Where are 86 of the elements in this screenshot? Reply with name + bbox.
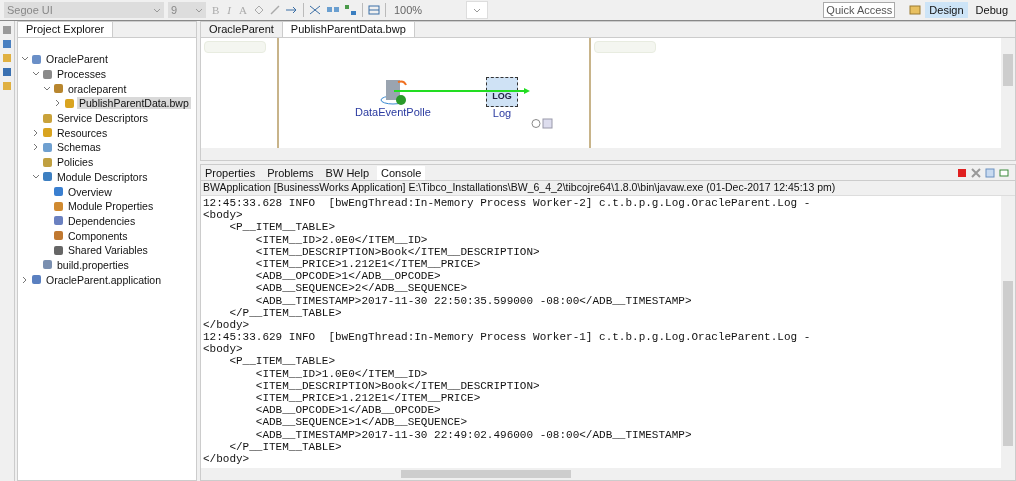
- arrow-icon[interactable]: [284, 4, 299, 16]
- align-icon[interactable]: [366, 4, 381, 16]
- console-line: <ITEM__PRICE>1.212E1</ITEM__PRICE>: [254, 257, 482, 271]
- tree-item-icon: [42, 259, 53, 271]
- perspective-button[interactable]: Debug: [971, 2, 1012, 18]
- quick-access-field[interactable]: Quick Access: [823, 2, 896, 18]
- palette-bar: [594, 41, 656, 53]
- tree-item-icon: [42, 156, 53, 168]
- console-line: <ADB__TIMESTAMP>2017-11-30 22:50:35.599000 -08:00</ADB__TIMESTAMP>: [254, 294, 693, 307]
- view-tab[interactable]: Project Explorer: [18, 22, 114, 37]
- console-line: </body>: [203, 452, 251, 466]
- tree-item-icon: [42, 141, 53, 153]
- console-line: <ADB__OPCODE>1</ADB__OPCODE>: [254, 404, 442, 417]
- log-activity[interactable]: LOG: [486, 77, 518, 107]
- tree-item[interactable]: build.properties: [55, 258, 131, 271]
- view-tab[interactable]: Problems: [263, 165, 318, 180]
- console-line: <ITEM__DESCRIPTION>Book</ITEM__DESCRIPTION>: [254, 379, 541, 392]
- vertical-scrollbar[interactable]: [1001, 196, 1015, 468]
- console-line: <ADB__OPCODE>1</ADB__OPCODE>: [254, 270, 442, 283]
- console-line: <P__ITEM__TABLE>: [228, 355, 337, 368]
- tree-item-icon: [53, 215, 64, 227]
- tree-item[interactable]: Module Descriptors: [55, 170, 150, 183]
- view-tab[interactable]: Console: [377, 165, 426, 180]
- console-line: <ITEM__ID>2.0E0</ITEM__ID>: [254, 233, 429, 246]
- tree-item[interactable]: Dependencies: [66, 214, 138, 227]
- console-header: BWApplication [BusinessWorks Application] E:\Tibco_Installations\BW_6_4_2\tibcojre64\1.8.0\bin\javaw.exe (01-Dec-2017 12:45:13 pm): [201, 181, 1015, 196]
- tree-item-icon: [53, 186, 64, 198]
- caret-icon: [473, 7, 482, 13]
- monitor-icon[interactable]: [999, 167, 1009, 178]
- perspective-button[interactable]: Design: [925, 2, 968, 18]
- tree-item-icon: [53, 244, 64, 256]
- transition-arrow[interactable]: [394, 87, 530, 95]
- tree-item-icon: [53, 200, 64, 212]
- zoom-level: 100%: [393, 4, 423, 16]
- tree-item[interactable]: OracleParent.application: [44, 273, 163, 286]
- tree-item-icon: [42, 112, 53, 124]
- tree-item-icon: [53, 83, 64, 95]
- console-line: <ADB__TIMESTAMP>2017-11-30 22:49:02.496000 -08:00</ADB__TIMESTAMP>: [254, 428, 693, 441]
- activity-label: Log: [492, 107, 512, 119]
- console-line: <body>: [203, 209, 244, 222]
- tree-item-icon: [53, 230, 64, 242]
- console-line: 12:45:33.629 INFO [bwEngThread:In-Memory Process Worker-1] c.t.b.p.g.Log.OracleParent.Log -: [203, 331, 812, 344]
- console-line: <body>: [203, 343, 244, 356]
- editor-tab[interactable]: PublishParentData.bwp: [282, 22, 415, 37]
- tree-item-icon: [64, 97, 75, 109]
- horizontal-scrollbar[interactable]: [201, 468, 1015, 480]
- tree-item-icon: [42, 127, 53, 139]
- console-line: 12:45:33.628 INFO [bwEngThread:In-Memory Process Worker-2] c.t.b.p.g.Log.OracleParent.Log -: [203, 197, 812, 210]
- caret-icon: [153, 7, 161, 13]
- tree-item[interactable]: Shared Variables: [66, 244, 150, 257]
- view-tab[interactable]: Properties: [201, 165, 260, 180]
- console-line: <ITEM__PRICE>1.212E1</ITEM__PRICE>: [254, 392, 482, 405]
- tree-item-icon: [42, 68, 53, 80]
- console-line: <ITEM__ID>1.0E0</ITEM__ID>: [254, 367, 429, 380]
- stop-icon[interactable]: [957, 167, 967, 178]
- console-line: </body>: [203, 318, 251, 332]
- console-line: <ADB__SEQUENCE>2</ADB__SEQUENCE>: [254, 282, 469, 295]
- tree-item[interactable]: Service Descriptors: [55, 112, 151, 125]
- editor-tab[interactable]: OracleParent: [201, 22, 283, 37]
- tree-item[interactable]: Resources: [55, 126, 110, 139]
- console-line: <ADB__SEQUENCE>1</ADB__SEQUENCE>: [254, 416, 469, 429]
- tree-item[interactable]: Module Properties: [66, 200, 156, 213]
- horizontal-scrollbar[interactable]: [201, 148, 1015, 160]
- tree-item[interactable]: OracleParent: [44, 53, 110, 66]
- view-tab[interactable]: BW Help: [321, 165, 373, 180]
- tree-item[interactable]: Policies: [55, 156, 96, 169]
- console-line: </P__ITEM__TABLE>: [228, 440, 343, 453]
- close-icon[interactable]: [971, 167, 981, 178]
- tree-item-icon: [31, 53, 42, 65]
- tree-item[interactable]: oracleparent: [66, 82, 129, 95]
- tree-item[interactable]: Schemas: [55, 141, 103, 154]
- tree-item-icon: [31, 274, 42, 286]
- tree-item[interactable]: Processes: [55, 68, 109, 81]
- console-line: </P__ITEM__TABLE>: [228, 306, 343, 319]
- tree-item[interactable]: Components: [66, 229, 130, 242]
- caret-icon: [195, 7, 203, 13]
- console-line: <ITEM__DESCRIPTION>Book</ITEM__DESCRIPTION>: [254, 245, 541, 258]
- open-perspective-icon[interactable]: [909, 4, 922, 16]
- activity-label: DataEventPolle: [355, 106, 431, 118]
- tree-item[interactable]: PublishParentData.bwp: [77, 97, 191, 110]
- tree-item-icon: [42, 171, 53, 183]
- console-line: <P__ITEM__TABLE>: [228, 221, 337, 234]
- tree-item[interactable]: Overview: [66, 185, 114, 198]
- vertical-scrollbar[interactable]: [1001, 38, 1015, 148]
- palette-bar: [204, 41, 266, 53]
- tree-icon[interactable]: [343, 4, 358, 16]
